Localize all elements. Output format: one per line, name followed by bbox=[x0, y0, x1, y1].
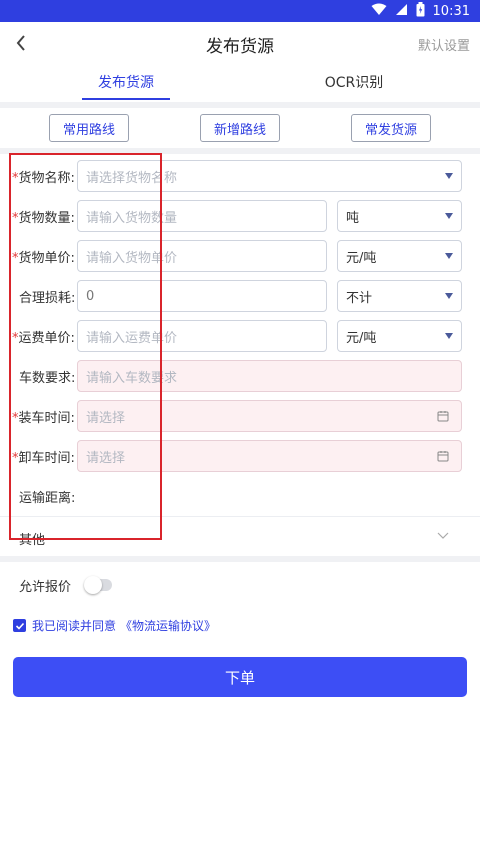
agreement-link[interactable]: 《物流运输协议》 bbox=[120, 617, 216, 634]
cargo-price-unit-select[interactable]: 元/吨 bbox=[337, 240, 462, 272]
status-bar: 10:31 bbox=[0, 0, 480, 22]
agreement-checkbox[interactable] bbox=[13, 619, 26, 632]
freight-price-label: *运费单价: bbox=[12, 331, 75, 346]
wifi-icon bbox=[371, 3, 387, 20]
divider bbox=[0, 516, 480, 517]
cargo-qty-input[interactable]: 请输入货物数量 bbox=[77, 200, 327, 232]
agreement-row: 我已阅读并同意 《物流运输协议》 bbox=[0, 617, 480, 635]
unload-time-picker[interactable]: 请选择 bbox=[77, 440, 462, 472]
calendar-icon bbox=[437, 451, 449, 462]
common-routes-button[interactable]: 常用路线 bbox=[49, 114, 129, 142]
signal-icon bbox=[395, 3, 408, 20]
loss-label: 合理损耗: bbox=[19, 291, 76, 306]
section-gap bbox=[0, 148, 480, 154]
cargo-name-label: *货物名称: bbox=[12, 171, 75, 186]
cargo-qty-unit-select[interactable]: 吨 bbox=[337, 200, 462, 232]
submit-order-button[interactable]: 下单 bbox=[13, 657, 467, 697]
cargo-qty-row: *货物数量: 请输入货物数量 吨 bbox=[0, 200, 480, 232]
tab-indicator bbox=[82, 98, 170, 100]
load-time-row: *装车时间: 请选择 bbox=[0, 400, 480, 432]
truck-req-label: 车数要求: bbox=[19, 371, 76, 386]
freight-price-unit-select[interactable]: 元/吨 bbox=[337, 320, 462, 352]
cargo-price-label: *货物单价: bbox=[12, 251, 75, 266]
cargo-qty-label: *货物数量: bbox=[12, 211, 75, 226]
cargo-name-row: *货物名称: 请选择货物名称 bbox=[0, 160, 480, 192]
app-bar: 发布货源 默认设置 bbox=[0, 22, 480, 66]
load-time-picker[interactable]: 请选择 bbox=[77, 400, 462, 432]
other-label: 其他 bbox=[19, 533, 46, 548]
status-icons: 10:31 bbox=[371, 1, 470, 21]
allow-quote-label: 允许报价 bbox=[19, 580, 72, 595]
other-section-toggle[interactable]: 其他 bbox=[0, 522, 480, 552]
loss-input[interactable]: 0 bbox=[77, 280, 327, 312]
allow-quote-row: 允许报价 bbox=[0, 573, 480, 597]
cargo-price-input[interactable]: 请输入货物单价 bbox=[77, 240, 327, 272]
calendar-icon bbox=[437, 411, 449, 422]
agreement-text: 我已阅读并同意 bbox=[32, 619, 117, 633]
dropdown-arrow-icon bbox=[445, 173, 453, 179]
unload-time-row: *卸车时间: 请选择 bbox=[0, 440, 480, 472]
toggle-knob bbox=[84, 576, 102, 594]
loss-unit-select[interactable]: 不计 bbox=[337, 280, 462, 312]
dropdown-arrow-icon bbox=[445, 293, 453, 299]
section-gap bbox=[0, 102, 480, 108]
tab-bar: 发布货源 OCR识别 bbox=[0, 66, 480, 102]
dropdown-arrow-icon bbox=[445, 213, 453, 219]
status-time: 10:31 bbox=[432, 3, 470, 19]
allow-quote-toggle[interactable] bbox=[84, 576, 112, 594]
section-gap bbox=[0, 556, 480, 562]
loss-row: 合理损耗: 0 不计 bbox=[0, 280, 480, 312]
cargo-name-select[interactable]: 请选择货物名称 bbox=[77, 160, 462, 192]
distance-row: 运输距离: bbox=[0, 480, 480, 510]
truck-req-input[interactable]: 请输入车数要求 bbox=[77, 360, 462, 392]
unload-time-label: *卸车时间: bbox=[12, 451, 75, 466]
cargo-price-row: *货物单价: 请输入货物单价 元/吨 bbox=[0, 240, 480, 272]
truck-req-row: 车数要求: 请输入车数要求 bbox=[0, 360, 480, 392]
tab-ocr[interactable]: OCR识别 bbox=[310, 72, 398, 92]
checkmark-icon bbox=[15, 622, 24, 630]
tab-publish-cargo[interactable]: 发布货源 bbox=[82, 72, 170, 92]
quick-actions: 常用路线 新增路线 常发货源 bbox=[0, 114, 480, 144]
distance-label: 运输距离: bbox=[19, 491, 76, 506]
freight-price-input[interactable]: 请输入运费单价 bbox=[77, 320, 327, 352]
default-settings-link[interactable]: 默认设置 bbox=[418, 35, 470, 54]
load-time-label: *装车时间: bbox=[12, 411, 75, 426]
dropdown-arrow-icon bbox=[445, 253, 453, 259]
add-route-button[interactable]: 新增路线 bbox=[200, 114, 280, 142]
chevron-down-icon bbox=[437, 532, 449, 539]
page-title: 发布货源 bbox=[206, 37, 274, 57]
freight-price-row: *运费单价: 请输入运费单价 元/吨 bbox=[0, 320, 480, 352]
battery-icon bbox=[416, 1, 425, 21]
frequent-cargo-button[interactable]: 常发货源 bbox=[351, 114, 431, 142]
dropdown-arrow-icon bbox=[445, 333, 453, 339]
